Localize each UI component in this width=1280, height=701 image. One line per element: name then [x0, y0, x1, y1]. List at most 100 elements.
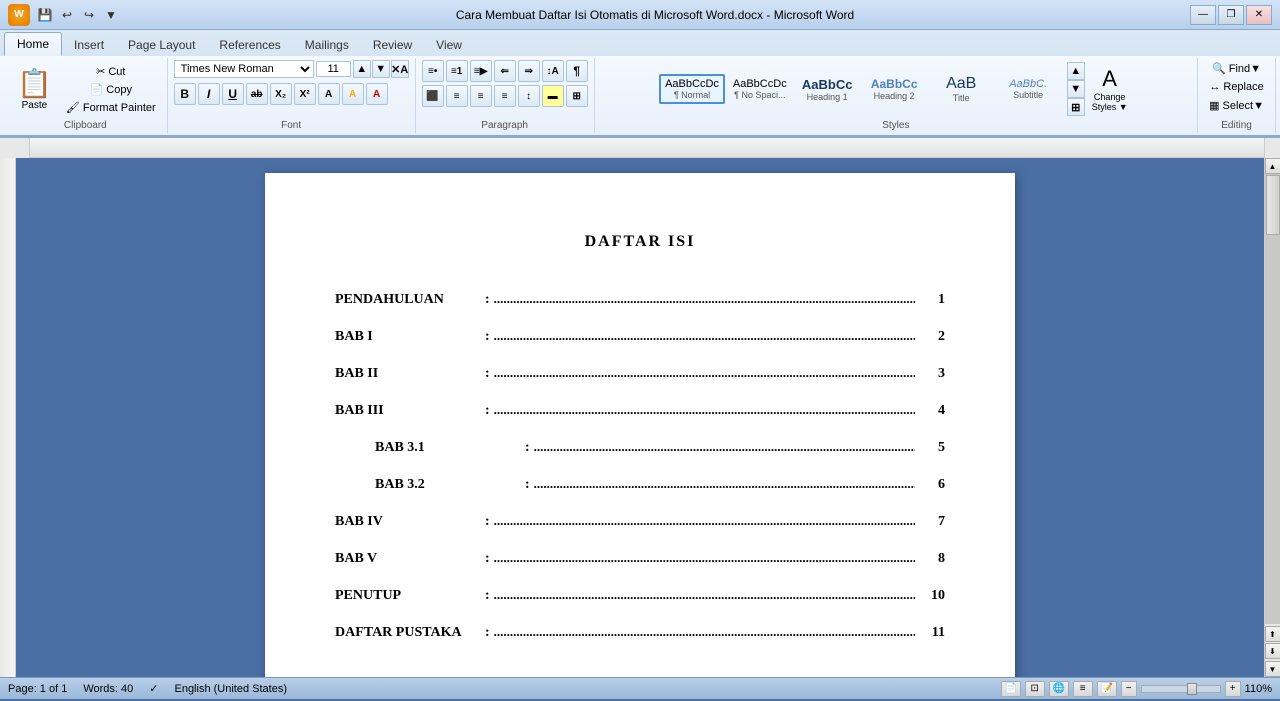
bold-button[interactable]: B	[174, 83, 196, 105]
clipboard-group-content: 📋 Paste ✂ Cut 📄 Copy 🖌	[10, 60, 161, 118]
decrease-font-size-button[interactable]: ▼	[372, 60, 390, 78]
select-button[interactable]: ▦ Select▼	[1204, 97, 1269, 114]
shading-button[interactable]: ▬	[542, 85, 564, 107]
font-name-select[interactable]: Times New Roman	[174, 60, 314, 78]
strikethrough-button[interactable]: ab	[246, 83, 268, 105]
increase-font-size-button[interactable]: ▲	[353, 60, 371, 78]
page-indicator: Page: 1 of 1	[8, 683, 67, 695]
toc-entry: BAB 3.2 : ..............................…	[335, 476, 945, 493]
toc-dots: ........................................…	[534, 439, 915, 455]
customize-quick-access-button[interactable]: ▼	[102, 6, 120, 24]
draft-view-button[interactable]: 📝	[1097, 681, 1117, 697]
tab-references[interactable]: References	[207, 34, 292, 56]
zoom-slider[interactable]	[1141, 685, 1221, 693]
change-styles-button[interactable]: A ChangeStyles ▼	[1087, 61, 1133, 117]
save-button[interactable]: 💾	[36, 6, 54, 24]
justify-button[interactable]: ≡	[494, 85, 516, 107]
format-painter-button[interactable]: 🖌 Format Painter	[61, 99, 161, 116]
borders-button[interactable]: ⊞	[566, 85, 588, 107]
scroll-track[interactable]	[1265, 174, 1280, 624]
clipboard-group-label: Clipboard	[64, 120, 107, 131]
print-layout-view-button[interactable]: 📄	[1001, 681, 1021, 697]
web-layout-view-button[interactable]: 🌐	[1049, 681, 1069, 697]
decrease-indent-button[interactable]: ⇐	[494, 60, 516, 82]
font-color-button[interactable]: A	[366, 83, 388, 105]
increase-indent-button[interactable]: ⇒	[518, 60, 540, 82]
align-center-button[interactable]: ≡	[446, 85, 468, 107]
copy-button[interactable]: 📄 Copy	[61, 81, 161, 98]
undo-button[interactable]: ↩	[58, 6, 76, 24]
select-label: Select	[1223, 100, 1254, 112]
style-title[interactable]: AaB Title	[929, 71, 994, 107]
cut-button[interactable]: ✂ Cut	[61, 63, 161, 80]
restore-button[interactable]: ❐	[1218, 5, 1244, 25]
zoom-out-button[interactable]: −	[1121, 681, 1137, 697]
toc-page: 1	[915, 292, 945, 308]
tab-home[interactable]: Home	[4, 32, 62, 56]
toc-dots: ........................................…	[494, 365, 915, 381]
scroll-next-page-button[interactable]: ⬇	[1265, 643, 1280, 659]
styles-items: AaBbCcDc ¶ Normal AaBbCcDc ¶ No Spaci...…	[659, 62, 1085, 116]
replace-label: Replace	[1223, 81, 1263, 93]
vertical-scrollbar[interactable]: ▲ ⬆ ⬇ ▼	[1264, 158, 1280, 677]
scroll-up-button[interactable]: ▲	[1265, 158, 1280, 174]
toc-colon: :	[485, 625, 490, 641]
styles-scroll-down-button[interactable]: ▼	[1067, 80, 1085, 98]
numbering-button[interactable]: ≡1	[446, 60, 468, 82]
document-title: DAFTAR ISI	[335, 233, 945, 251]
style-heading2-label: Heading 2	[868, 91, 921, 101]
tab-insert[interactable]: Insert	[62, 34, 116, 56]
scroll-thumb[interactable]	[1266, 175, 1280, 235]
highlight-color-button[interactable]: A	[342, 83, 364, 105]
close-button[interactable]: ✕	[1246, 5, 1272, 25]
underline-button[interactable]: U	[222, 83, 244, 105]
minimize-button[interactable]: —	[1190, 5, 1216, 25]
align-right-button[interactable]: ≡	[470, 85, 492, 107]
font-group: Times New Roman ▲ ▼ ✕A B I U ab X₂ X²	[168, 58, 416, 133]
document-scroll-area[interactable]: DAFTAR ISI PENDAHULUAN : ...............…	[16, 158, 1264, 677]
zoom-in-button[interactable]: +	[1225, 681, 1241, 697]
align-left-button[interactable]: ⬛	[422, 85, 444, 107]
replace-button[interactable]: ↔ Replace	[1204, 79, 1268, 95]
toc-label: BAB II	[335, 366, 485, 382]
paragraph-row1: ≡• ≡1 ≡▶ ⇐ ⇒ ↕A ¶	[422, 60, 588, 82]
tab-view[interactable]: View	[424, 34, 474, 56]
toc-dots: ........................................…	[494, 624, 915, 640]
tab-page-layout[interactable]: Page Layout	[116, 34, 207, 56]
paste-button[interactable]: 📋 Paste	[10, 63, 59, 116]
styles-more-button[interactable]: ⊞	[1067, 98, 1085, 116]
sort-button[interactable]: ↕A	[542, 60, 564, 82]
paragraph-group-label: Paragraph	[481, 120, 528, 131]
show-marks-button[interactable]: ¶	[566, 60, 588, 82]
style-subtitle[interactable]: AaBbC. Subtitle	[996, 74, 1061, 104]
scroll-prev-page-button[interactable]: ⬆	[1265, 626, 1280, 642]
line-spacing-button[interactable]: ↕	[518, 85, 540, 107]
outline-view-button[interactable]: ≡	[1073, 681, 1093, 697]
style-normal[interactable]: AaBbCcDc ¶ Normal	[659, 74, 725, 104]
italic-button[interactable]: I	[198, 83, 220, 105]
multilevel-list-button[interactable]: ≡▶	[470, 60, 492, 82]
full-screen-view-button[interactable]: ⊡	[1025, 681, 1045, 697]
toc-page: 7	[915, 514, 945, 530]
styles-scroll-up-button[interactable]: ▲	[1067, 62, 1085, 80]
toc-label: DAFTAR PUSTAKA	[335, 625, 485, 641]
clear-formatting-button[interactable]: ✕A	[391, 60, 409, 78]
style-heading2[interactable]: AaBbCc Heading 2	[862, 73, 927, 105]
font-size-input[interactable]	[316, 61, 351, 77]
editing-group-content: 🔍 Find▼ ↔ Replace ▦ Select▼	[1204, 60, 1269, 118]
find-icon: 🔍	[1212, 63, 1226, 75]
find-button[interactable]: 🔍 Find▼	[1207, 60, 1266, 77]
scroll-down-button[interactable]: ▼	[1265, 661, 1280, 677]
title-bar: W 💾 ↩ ↪ ▼ Cara Membuat Daftar Isi Otomat…	[0, 0, 1280, 30]
tab-mailings[interactable]: Mailings	[293, 34, 361, 56]
subscript-button[interactable]: X₂	[270, 83, 292, 105]
redo-button[interactable]: ↪	[80, 6, 98, 24]
clipboard-group: 📋 Paste ✂ Cut 📄 Copy 🖌	[4, 58, 168, 133]
text-effects-button[interactable]: A	[318, 83, 340, 105]
tab-review[interactable]: Review	[361, 34, 424, 56]
title-bar-left: W 💾 ↩ ↪ ▼	[8, 4, 120, 26]
superscript-button[interactable]: X²	[294, 83, 316, 105]
bullets-button[interactable]: ≡•	[422, 60, 444, 82]
style-heading1[interactable]: AaBbCc Heading 1	[795, 73, 860, 106]
style-no-spacing[interactable]: AaBbCcDc ¶ No Spaci...	[727, 74, 793, 104]
